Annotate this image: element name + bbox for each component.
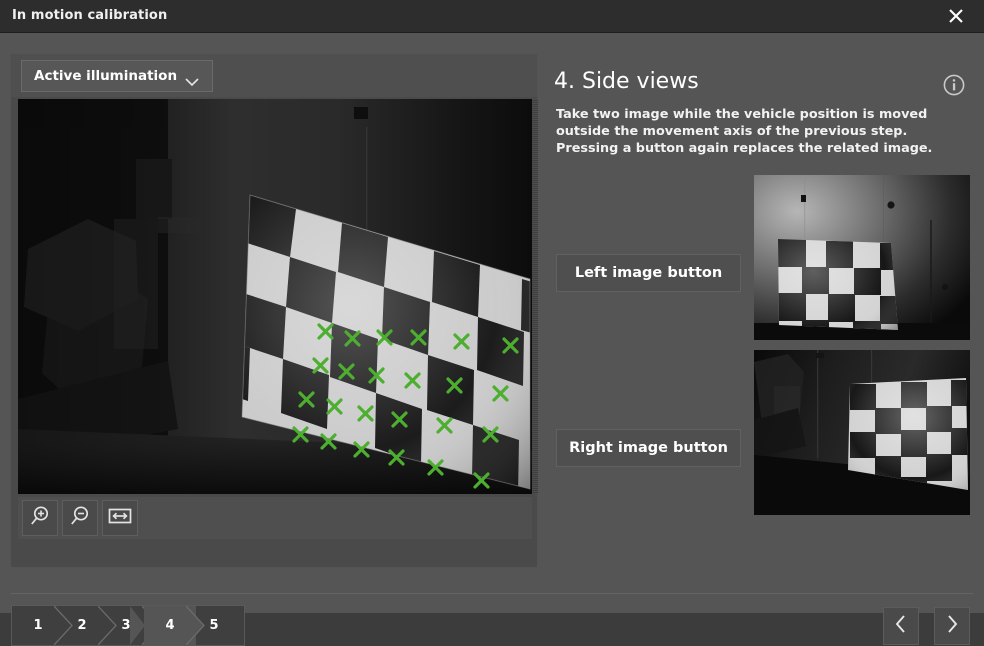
calibration-camera-image (18, 99, 532, 494)
left-image-thumbnail-graphic (754, 175, 970, 340)
camera-preview-panel: Active illumination (10, 53, 538, 568)
info-icon[interactable] (942, 73, 966, 97)
chevron-left-icon (894, 614, 908, 638)
step-label: 2 (77, 618, 86, 633)
zoom-out-button[interactable] (62, 500, 98, 536)
right-image-button[interactable]: Right image button (556, 429, 741, 467)
step-label: 1 (33, 618, 42, 633)
section-title: 4. Side views (554, 69, 699, 94)
step-breadcrumb: 1 2 3 4 5 (11, 605, 245, 646)
fit-to-width-icon (107, 506, 133, 530)
preview-source-bar: Active illumination (11, 54, 537, 97)
close-button[interactable] (928, 0, 984, 32)
bottom-divider (11, 593, 973, 594)
step-chevron-icon (130, 606, 146, 645)
instructions-panel: 4. Side views Take two image while the v… (548, 49, 974, 549)
right-image-thumbnail-graphic (754, 350, 970, 515)
close-icon (947, 7, 965, 25)
section-description: Take two image while the vehicle positio… (556, 106, 970, 157)
dialog-content: Active illumination (0, 33, 984, 613)
step-5[interactable]: 5 (188, 606, 240, 645)
window-title-bar: In motion calibration (0, 0, 984, 33)
window-title: In motion calibration (12, 8, 167, 23)
illumination-source-select[interactable]: Active illumination (21, 60, 213, 92)
zoom-out-icon (68, 504, 92, 532)
zoom-in-icon (28, 504, 52, 532)
step-label: 4 (165, 618, 174, 633)
zoom-in-button[interactable] (22, 500, 58, 536)
image-toolbar (18, 497, 532, 539)
image-vertical-scrollbar[interactable] (532, 99, 538, 494)
chevron-down-icon (184, 72, 200, 91)
chevron-right-icon (945, 614, 959, 638)
illumination-source-value: Active illumination (34, 68, 177, 84)
right-image-thumbnail[interactable] (754, 350, 970, 515)
step-label: 5 (209, 618, 218, 633)
calibration-image-viewport[interactable] (18, 99, 532, 494)
fit-to-width-button[interactable] (102, 500, 138, 536)
left-image-thumbnail[interactable] (754, 175, 970, 340)
left-image-button[interactable]: Left image button (556, 254, 741, 292)
